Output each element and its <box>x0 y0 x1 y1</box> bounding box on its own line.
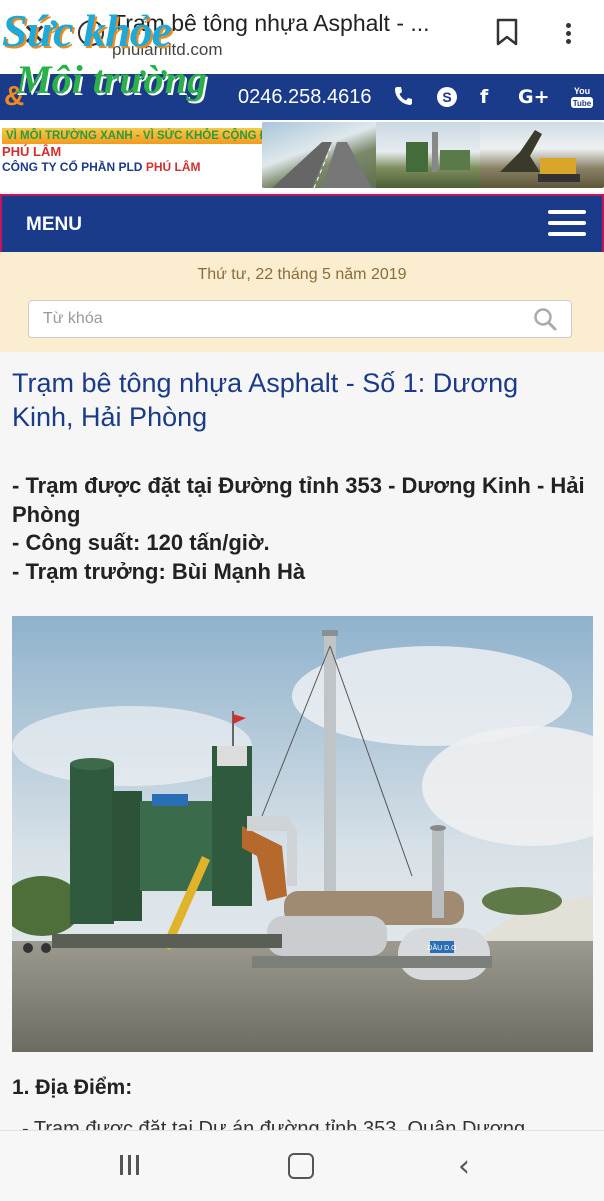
brand-name: PHÚ LÂM <box>2 144 62 159</box>
asphalt-plant-photo[interactable]: DẦU D.O <box>12 616 593 1052</box>
banner-photo-excavator <box>480 122 604 188</box>
slogan-text: VÌ MÔI TRƯỜNG XANH - VÌ SỨC KHỎE CỘNG ĐỒ… <box>2 128 299 144</box>
date-search-panel: Thứ tư, 22 tháng 5 năm 2019 Từ khóa <box>0 252 604 352</box>
site-logo[interactable]: Sức khỏe & Môi trường <box>2 4 252 122</box>
youtube-icon[interactable]: You Tube <box>570 84 594 115</box>
company-name: CÔNG TY CỔ PHẦN PLD PHÚ LÂM <box>2 160 201 174</box>
search-placeholder: Từ khóa <box>43 310 103 327</box>
summary-line: - Trạm được đặt tại Đường tỉnh 353 - Dươ… <box>12 473 585 527</box>
facebook-icon[interactable]: f <box>480 86 488 108</box>
search-input[interactable]: Từ khóa <box>28 300 572 338</box>
search-icon[interactable] <box>533 307 557 336</box>
banner-photo-road <box>262 122 388 189</box>
google-plus-icon[interactable]: G+ <box>518 86 550 108</box>
more-options-icon[interactable] <box>566 20 571 47</box>
back-icon[interactable]: ‹ <box>458 1149 470 1184</box>
company-banner[interactable]: VÌ MÔI TRƯỜNG XANH - VÌ SỨC KHỎE CỘNG ĐỒ… <box>0 120 604 192</box>
phone-icon[interactable] <box>394 86 412 111</box>
article-title: Trạm bê tông nhựa Asphalt - Số 1: Dương … <box>12 368 519 432</box>
svg-text:S: S <box>442 89 451 105</box>
current-date: Thứ tư, 22 tháng 5 năm 2019 <box>197 266 407 283</box>
article-summary: - Trạm được đặt tại Đường tỉnh 353 - Dươ… <box>12 472 592 586</box>
menu-bar[interactable]: MENU <box>0 194 604 254</box>
svg-text:You: You <box>574 86 590 96</box>
system-nav-bar: ‹ <box>0 1130 604 1201</box>
summary-line: - Trạm trưởng: Bùi Mạnh Hà <box>12 558 306 584</box>
summary-line: - Công suất: 120 tấn/giờ. <box>12 530 270 555</box>
bookmark-icon[interactable] <box>496 18 518 51</box>
recent-apps-icon[interactable] <box>120 1155 144 1180</box>
menu-label: MENU <box>26 214 82 235</box>
home-icon[interactable] <box>288 1153 314 1179</box>
phone-number[interactable]: 0246.258.4616 <box>238 86 371 109</box>
banner-photo-plant <box>376 122 486 188</box>
article: Trạm bê tông nhựa Asphalt - Số 1: Dương … <box>0 352 604 1140</box>
section-heading: 1. Địa Điểm: <box>12 1076 133 1099</box>
skype-icon[interactable]: S <box>436 86 458 113</box>
hamburger-icon[interactable] <box>548 210 586 243</box>
svg-text:Tube: Tube <box>573 99 592 108</box>
